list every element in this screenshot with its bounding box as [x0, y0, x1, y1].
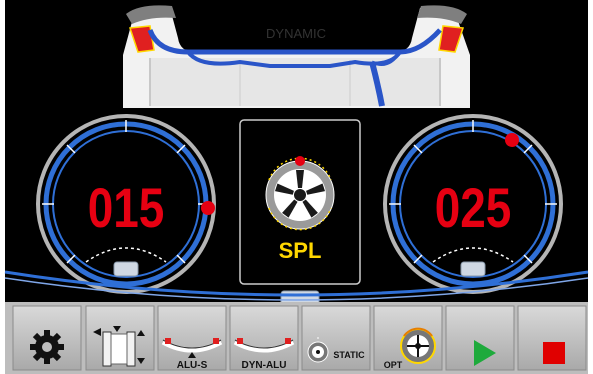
stop-icon [543, 342, 565, 364]
balancer-screen: DYNAMIC 015 025 SPL ALU-S DYN-ALU STATIC… [4, 0, 589, 374]
stop-button[interactable] [517, 305, 587, 371]
gear-icon [30, 330, 64, 364]
settings-button[interactable] [12, 305, 82, 371]
optimization-wheel-icon [400, 327, 436, 364]
right-weight-position-marker [505, 133, 519, 147]
right-weight-indicator [460, 261, 486, 277]
rim-dimensions-button[interactable] [85, 305, 155, 371]
program-label: SPL [279, 238, 322, 263]
start-button[interactable] [445, 305, 515, 371]
alu-s-label: ALU-S [177, 360, 208, 371]
static-button[interactable] [301, 305, 371, 371]
dyn-alu-label: DYN-ALU [242, 360, 287, 371]
left-weight-position-marker [201, 201, 215, 215]
left-unbalance-value: 015 [88, 177, 165, 239]
static-label: STATIC [333, 350, 365, 360]
mode-label: DYNAMIC [266, 26, 326, 41]
right-unbalance-value: 025 [435, 177, 512, 239]
center-panel [239, 119, 361, 310]
optimization-label: OPT [384, 360, 403, 370]
left-weight-indicator [113, 261, 139, 277]
